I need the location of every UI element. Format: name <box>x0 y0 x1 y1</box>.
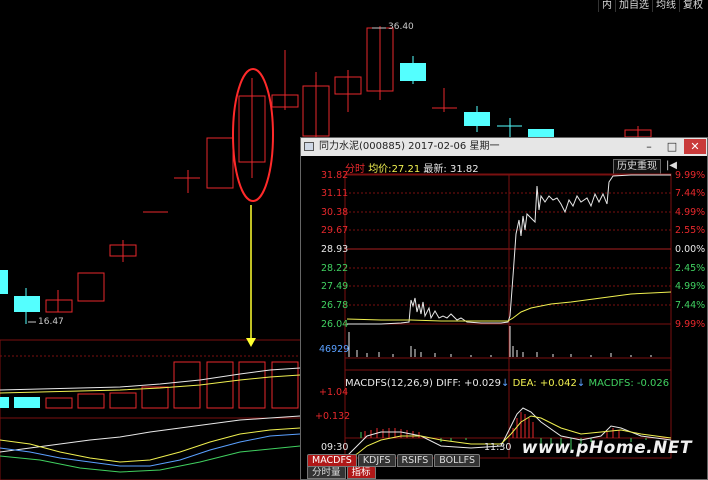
macd-macd-value: -0.026 <box>636 378 670 389</box>
toolbar-button-adjust[interactable]: 复权 <box>679 0 706 12</box>
bottom-tabs: 分时量 指标 <box>307 466 376 479</box>
macd-diff-label: DIFF: <box>436 378 461 389</box>
candle <box>334 70 362 112</box>
volume-ma-yellow <box>0 374 301 394</box>
candle <box>464 106 490 132</box>
volume-bar <box>109 392 137 409</box>
candle <box>271 50 299 110</box>
toolbar-button-inner[interactable]: 内 <box>598 0 615 12</box>
macd-title: MACDFS(12,26,9) <box>345 378 433 389</box>
pointer-arrow-head <box>246 338 256 347</box>
pct-axis-label: 0.00% <box>675 244 706 255</box>
maximize-icon[interactable]: □ <box>661 139 683 154</box>
macd-macd-label: MACDFS: <box>588 378 634 389</box>
indicator-line-yellow <box>0 427 301 463</box>
price-axis-label: 29.67 <box>321 225 349 236</box>
candle <box>624 126 652 138</box>
tab-rsifs[interactable]: RSIFS <box>396 454 434 467</box>
macd-dea-label: DEA: <box>512 378 537 389</box>
intraday-popup-window[interactable]: 同力水泥(000885) 2017-02-06 星期一 – □ ✕ 分时 均价:… <box>300 137 708 480</box>
macd-header: MACDFS(12,26,9) DIFF: +0.029↓ DEA: +0.04… <box>345 378 669 389</box>
volume-bar <box>141 386 169 409</box>
volume-bar <box>14 397 40 408</box>
volume-bar <box>0 397 9 408</box>
price-axis-label: 31.11 <box>321 188 349 199</box>
candle <box>174 170 200 193</box>
pct-axis-label: 2.45% <box>675 263 706 274</box>
indicator-line-green <box>0 445 301 473</box>
candle <box>302 72 330 140</box>
candle <box>45 290 73 313</box>
candle <box>497 118 522 138</box>
volume-bar <box>206 361 234 409</box>
tab-intraday-volume[interactable]: 分时量 <box>307 466 346 479</box>
pct-axis-label: 4.99% <box>675 281 706 292</box>
tab-indicator[interactable]: 指标 <box>346 466 376 479</box>
candle <box>0 270 8 294</box>
candle <box>238 78 266 178</box>
candle <box>366 26 394 100</box>
pct-axis-label: 7.44% <box>675 300 706 311</box>
high-price-label: 36.40 <box>388 22 414 32</box>
pct-axis-label: 9.99% <box>675 319 706 330</box>
popup-title-bar[interactable]: 同力水泥(000885) 2017-02-06 星期一 – □ ✕ <box>301 138 707 156</box>
candle <box>206 137 234 189</box>
pct-axis-label: 9.99% <box>675 170 706 181</box>
time-axis-label: 09:30 <box>321 442 349 453</box>
volume-bar <box>238 361 266 409</box>
tab-bollfs[interactable]: BOLLFS <box>434 454 481 467</box>
popup-title: 同力水泥(000885) 2017-02-06 星期一 <box>319 141 500 152</box>
toolbar-button-add-watchlist[interactable]: 加自选 <box>615 0 652 12</box>
indicator-line-white <box>0 415 301 453</box>
candle <box>400 56 426 84</box>
macd-axis-top: +1.04 <box>319 387 349 398</box>
toolbar-button-moving-average[interactable]: 均线 <box>652 0 679 12</box>
minimize-icon[interactable]: – <box>638 139 660 154</box>
price-axis-label: 26.04 <box>321 319 349 330</box>
macd-dea-value: +0.042 <box>539 378 577 389</box>
candle <box>109 240 137 262</box>
candle <box>528 129 554 137</box>
macd-diff-value: +0.029 <box>464 378 502 389</box>
price-axis-label: 28.22 <box>321 263 349 274</box>
candle <box>77 272 105 302</box>
macd-axis-mid: +0.132 <box>315 411 351 422</box>
pct-axis-label: 2.55% <box>675 225 706 236</box>
price-grid <box>345 174 671 458</box>
price-axis-label: 28.93 <box>321 244 349 255</box>
window-icon <box>304 142 314 151</box>
low-price-label: 16.47 <box>38 317 64 327</box>
price-axis-label: 31.82 <box>321 170 349 181</box>
close-icon[interactable]: ✕ <box>684 139 706 154</box>
price-axis-label: 26.78 <box>321 300 349 311</box>
intraday-chart[interactable] <box>301 156 707 480</box>
volume-bar <box>45 397 73 409</box>
candle <box>14 288 40 324</box>
top-toolbar: 内 加自选 均线 复权 <box>598 0 706 12</box>
watermark: www.pHome.NET <box>521 438 692 458</box>
price-axis-label: 27.49 <box>321 281 349 292</box>
volume-bars <box>348 326 652 357</box>
chart-frame <box>344 173 672 459</box>
down-arrow-icon: ↓ <box>501 378 510 389</box>
down-arrow-icon: ↓ <box>576 378 586 389</box>
candle <box>432 88 457 112</box>
price-axis-label: 30.38 <box>321 207 349 218</box>
stock-app-screen: 36.40 16.47 内 加自选 均线 复权 同力水泥(000885) 201… <box>0 0 708 480</box>
pct-axis-label: 4.99% <box>675 207 706 218</box>
pct-axis-label: 7.44% <box>675 188 706 199</box>
volume-bar <box>77 393 105 409</box>
time-axis-label: 11:30 <box>484 442 512 453</box>
volume-axis-label: 46929 <box>319 344 350 355</box>
